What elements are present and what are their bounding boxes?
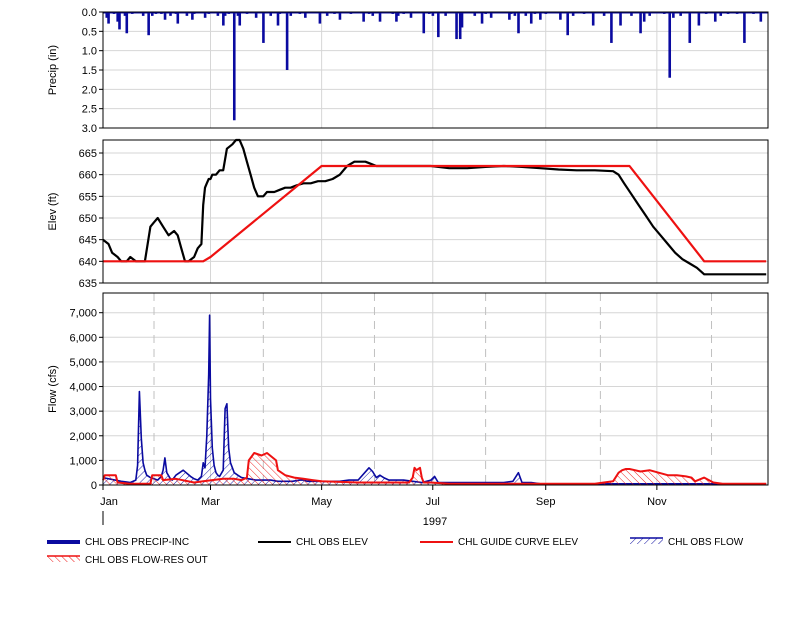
y-axis-label: Precip (in) — [47, 45, 59, 95]
precip-bar — [437, 12, 440, 38]
y-tick-label: 1,000 — [69, 455, 97, 467]
precip-bar — [238, 12, 242, 26]
precip-bar — [480, 12, 484, 24]
x-tick-label: May — [311, 496, 332, 508]
y-tick-label: 2.5 — [82, 104, 97, 116]
chl-obs-elev-line — [102, 138, 767, 276]
y-tick-label: 640 — [79, 256, 97, 268]
precip-bar — [262, 12, 265, 43]
precip-bar — [591, 12, 595, 26]
y-tick-label: 2,000 — [69, 431, 97, 443]
y-tick-label: 2.0 — [82, 84, 97, 96]
precip-bar — [610, 12, 613, 43]
precip-bar — [743, 12, 746, 43]
precip-bar — [276, 12, 280, 26]
precip-bar — [176, 12, 180, 24]
precip-bar — [455, 12, 458, 40]
legend-item: CHL OBS FLOW — [630, 537, 744, 548]
year-label: 1997 — [423, 516, 447, 528]
precip-bar — [318, 12, 322, 24]
precip-bar — [460, 12, 464, 28]
legend-label: CHL OBS FLOW — [668, 537, 744, 548]
precip-bar — [529, 12, 533, 24]
legend-item: CHL GUIDE CURVE ELEV — [420, 537, 578, 548]
legend-label: CHL OBS FLOW-RES OUT — [85, 555, 208, 566]
x-tick-label: Jul — [426, 496, 440, 508]
y-tick-label: 0.0 — [82, 7, 97, 19]
precip-bar — [517, 12, 520, 34]
chl-obs-flow-line — [102, 314, 767, 485]
y-tick-label: 655 — [79, 191, 97, 203]
precip-bar — [107, 12, 110, 24]
precip-bar — [232, 12, 236, 121]
y-tick-label: 645 — [79, 235, 97, 247]
legend-label: CHL GUIDE CURVE ELEV — [458, 537, 578, 548]
legend-item: CHL OBS PRECIP-INC — [47, 537, 189, 548]
y-tick-label: 7,000 — [69, 308, 97, 320]
precip-bar — [619, 12, 622, 26]
legend-item: CHL OBS FLOW-RES OUT — [47, 555, 208, 566]
precip-bar — [118, 12, 121, 30]
precip-bar — [285, 12, 289, 70]
precip-bar — [566, 12, 569, 36]
y-tick-label: 665 — [79, 148, 97, 160]
obs-flow-area — [103, 315, 767, 485]
y-tick-label: 1.5 — [82, 65, 97, 77]
plot-frame — [102, 292, 769, 486]
y-tick-label: 650 — [79, 213, 97, 225]
x-tick-label: Jan — [100, 496, 118, 508]
precip-bar — [639, 12, 642, 34]
y-axis-label: Elev (ft) — [47, 193, 59, 231]
panel-1: 0.0 0.5 1.0 1.5 2.0 2.5 3.0 Precip (in) — [47, 7, 769, 135]
legend-swatch — [630, 538, 663, 544]
y-tick-label: 3,000 — [69, 406, 97, 418]
panel-3: 0 1,000 2,000 3,000 4,000 5,000 6,000 7,000 Flow… — [47, 292, 769, 492]
precip-bar — [668, 12, 672, 78]
y-tick-label: 4,000 — [69, 382, 97, 394]
legend-swatch — [47, 540, 80, 544]
legend-label: CHL OBS ELEV — [296, 537, 368, 548]
legend-item: CHL OBS ELEV — [258, 537, 368, 548]
precip-bar — [422, 12, 426, 34]
precip-bar — [147, 12, 150, 36]
precip-bar — [688, 12, 692, 43]
y-tick-label: 0 — [91, 480, 97, 492]
y-tick-label: 5,000 — [69, 357, 97, 369]
panel-2: 635 640 645 650 655 660 665 Elev (ft) — [47, 138, 769, 290]
reservoir-chart: 0.0 0.5 1.0 1.5 2.0 2.5 3.0 Precip (in) 635 640 64… — [47, 7, 769, 566]
y-tick-label: 660 — [79, 170, 97, 182]
x-tick-label: Nov — [647, 496, 667, 508]
x-tick-label: Sep — [536, 496, 556, 508]
precip-bar — [697, 12, 701, 26]
y-tick-label: 0.5 — [82, 26, 97, 38]
y-tick-label: 3.0 — [82, 123, 97, 135]
y-tick-label: 6,000 — [69, 332, 97, 344]
legend-swatch — [47, 556, 80, 562]
y-axis-label: Flow (cfs) — [47, 365, 59, 413]
x-tick-label: Mar — [201, 496, 220, 508]
precip-bar — [125, 12, 129, 34]
y-tick-label: 1.0 — [82, 46, 97, 58]
legend-label: CHL OBS PRECIP-INC — [85, 537, 189, 548]
y-tick-label: 635 — [79, 278, 97, 290]
